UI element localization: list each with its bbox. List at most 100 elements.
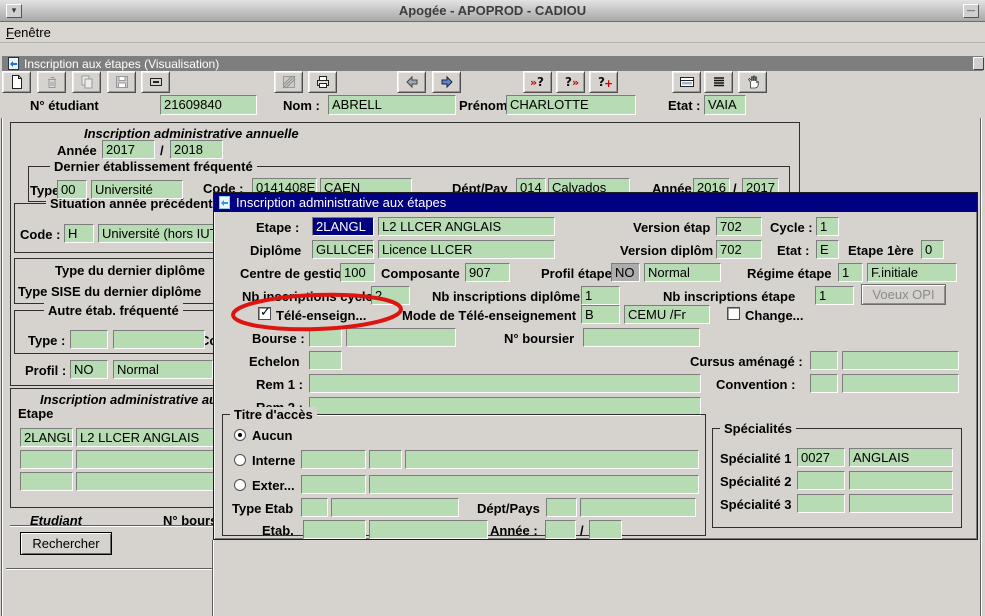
etab-lib-field[interactable] [369, 520, 488, 539]
etape-row-lib[interactable] [76, 472, 236, 491]
dlg-etape1-field[interactable]: 0 [921, 240, 944, 259]
minimize-button[interactable]: — [963, 4, 979, 18]
menu-fenetre[interactable]: Fenêtre [0, 22, 57, 43]
nom-field[interactable]: ABRELL [328, 95, 456, 115]
specialite1-code-field[interactable]: 0027 [797, 448, 845, 467]
dlg-mode-code-field[interactable]: B [581, 305, 620, 324]
dlg-nb-etape-field[interactable]: 1 [815, 286, 854, 305]
acces-annee-from-field[interactable] [545, 520, 576, 539]
print-button[interactable] [308, 71, 337, 93]
specialite1-lib-field[interactable]: ANGLAIS [849, 448, 953, 467]
previous-block-button[interactable] [397, 71, 426, 93]
dlg-version-etape-field[interactable]: 702 [716, 217, 762, 236]
dlg-cycle-label: Cycle : [770, 220, 813, 235]
profil-lib-field[interactable]: Normal [113, 360, 213, 379]
specialite2-code-field[interactable] [797, 471, 845, 490]
dlg-cursus-lib-field[interactable] [842, 351, 959, 370]
dlg-echelon-field[interactable] [309, 351, 342, 370]
dept-pays-lib-field[interactable] [580, 498, 696, 517]
etat-field[interactable]: VAIA [704, 95, 746, 115]
enter-query-button[interactable]: »? [523, 71, 552, 93]
new-record-button[interactable] [2, 71, 31, 93]
rechercher-button[interactable]: Rechercher [20, 532, 112, 555]
group-specialites-title: Spécialités [720, 421, 796, 436]
annee-from-field[interactable]: 2017 [102, 140, 155, 159]
radio-aucun-label: Aucun [252, 428, 292, 443]
dlg-cge-field[interactable]: 100 [340, 263, 375, 282]
type-etab-code-field[interactable] [301, 498, 328, 517]
delete-record-button[interactable] [37, 71, 66, 93]
dlg-diplome-code-field[interactable]: GLLLCER [312, 240, 374, 259]
radio-externe[interactable] [234, 479, 246, 491]
interne-field-1[interactable] [301, 450, 366, 469]
radio-interne[interactable] [234, 454, 246, 466]
dlg-regime-lib-field[interactable]: F.initiale [867, 263, 957, 282]
dlg-etape-lib-field[interactable]: L2 LLCER ANGLAIS [378, 217, 555, 236]
situation-code-field[interactable]: H [64, 224, 94, 243]
copy-record-button[interactable] [72, 71, 101, 93]
dlg-regime-code-field[interactable]: 1 [838, 263, 863, 282]
dlg-profil-lib-field[interactable]: Normal [644, 263, 721, 282]
dlg-profil-code-field[interactable]: NO [611, 263, 640, 282]
radio-aucun[interactable] [234, 429, 246, 441]
autre-type-code-field[interactable] [70, 330, 108, 349]
dlg-cursus-code-field[interactable] [810, 351, 838, 370]
save-button[interactable] [107, 71, 136, 93]
interne-field-3[interactable] [405, 450, 699, 469]
externe-field-1[interactable] [301, 475, 366, 494]
dept-pays-code-field[interactable] [546, 498, 577, 517]
navigate-hand-button[interactable] [738, 71, 767, 93]
etape-row-code[interactable] [20, 472, 73, 491]
student-number-field[interactable]: 21609840 [160, 95, 257, 115]
dlg-convention-lib-field[interactable] [842, 374, 959, 393]
dernier-type-code-field[interactable]: 00 [57, 180, 87, 199]
etape-row-lib[interactable] [76, 450, 236, 469]
dlg-composante-field[interactable]: 907 [465, 263, 510, 282]
dlg-diplome-lib-field[interactable]: Licence LLCER [378, 240, 555, 259]
dlg-version-diplome-field[interactable]: 702 [716, 240, 762, 259]
dlg-nb-diplome-field[interactable]: 1 [581, 286, 620, 305]
change-label: Change... [745, 308, 804, 323]
show-keys-button[interactable] [672, 71, 701, 93]
dialog-titlebar[interactable]: Inscription administrative aux étapes [214, 193, 977, 212]
count-query-button[interactable]: ?+ [589, 71, 618, 93]
specialite2-lib-field[interactable] [849, 471, 953, 490]
change-checkbox[interactable] [727, 307, 740, 320]
voeux-opi-button[interactable]: Voeux OPI [861, 284, 946, 305]
clear-form-button[interactable] [274, 71, 303, 93]
specialite3-label: Spécialité 3 [720, 497, 797, 512]
etab-code-field[interactable] [303, 520, 366, 539]
specialite3-lib-field[interactable] [849, 494, 953, 513]
profil-code-field[interactable]: NO [70, 360, 108, 379]
dlg-boursier-field[interactable] [583, 328, 700, 347]
dernier-type-lib-field[interactable]: Université [91, 180, 183, 199]
etape-row-code[interactable] [20, 450, 73, 469]
acces-annee-to-field[interactable] [589, 520, 622, 539]
next-block-button[interactable] [432, 71, 461, 93]
type-etab-lib-field[interactable] [331, 498, 459, 517]
etape-row-lib[interactable]: L2 LLCER ANGLAIS [76, 428, 236, 447]
dlg-convention-code-field[interactable] [810, 374, 838, 393]
externe-field-2[interactable] [369, 475, 699, 494]
dlg-cycle-field[interactable]: 1 [816, 217, 839, 236]
dlg-mode-lib-field[interactable]: CEMU /Fr [624, 305, 710, 324]
panel-right-edge [212, 540, 214, 616]
mdi-titlebar[interactable]: Inscription aux étapes (Visualisation) [2, 56, 983, 71]
dlg-rem1-field[interactable] [309, 374, 701, 393]
canvas-right-edge [980, 118, 982, 616]
execute-query-button[interactable]: ?» [556, 71, 585, 93]
list-lines-icon [711, 74, 727, 90]
window-menu-button[interactable]: ▾ [6, 4, 22, 18]
collapse-button[interactable] [141, 71, 170, 93]
dlg-etape-code-field[interactable]: 2LANGL [312, 217, 374, 236]
autre-type-lib-field[interactable] [113, 330, 205, 349]
prenom-field[interactable]: CHARLOTTE [506, 95, 636, 115]
etape-row-code[interactable]: 2LANGL [20, 428, 73, 447]
interne-field-2[interactable] [369, 450, 402, 469]
mdi-restore-button[interactable] [973, 57, 984, 70]
list-values-button[interactable] [704, 71, 733, 93]
dlg-composante-label: Composante [381, 266, 460, 281]
annee-to-field[interactable]: 2018 [170, 140, 223, 159]
specialite3-code-field[interactable] [797, 494, 845, 513]
dlg-etat-field[interactable]: E [816, 240, 839, 259]
